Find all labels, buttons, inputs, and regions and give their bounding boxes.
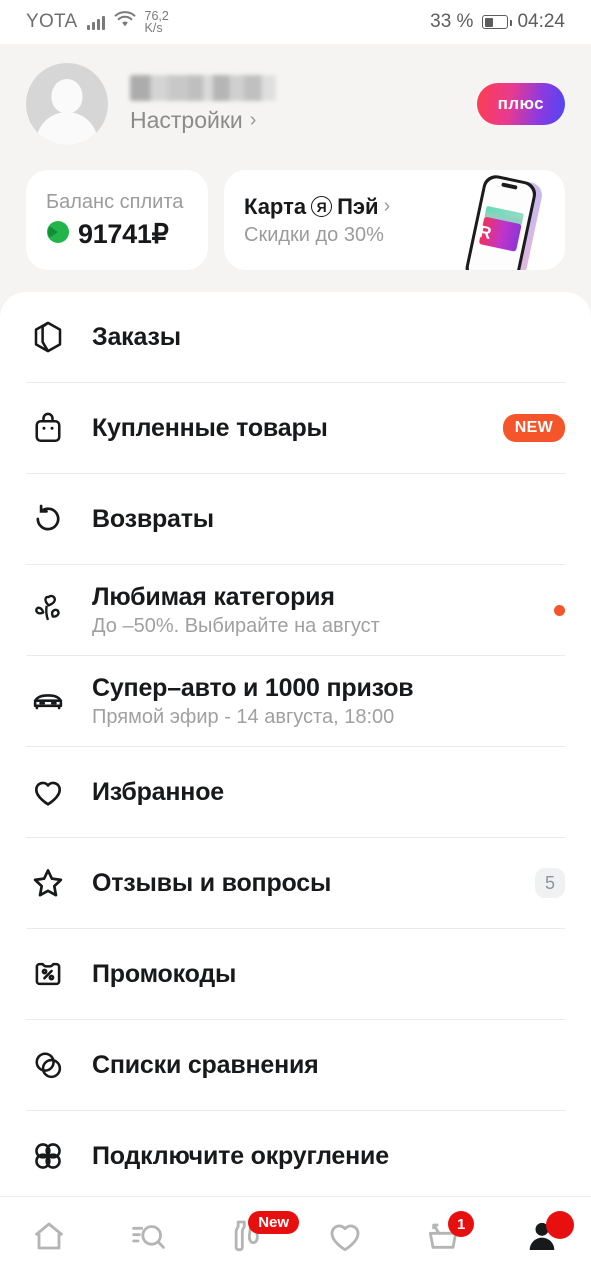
nav-item-profile[interactable]: [493, 1197, 591, 1280]
compare-circles-icon: [26, 1047, 70, 1083]
split-balance-card[interactable]: Баланс сплита 91741₽: [26, 170, 208, 270]
signal-bars-icon: [86, 14, 105, 30]
nav-badge-dot: [545, 1211, 574, 1239]
menu-item-reviews[interactable]: Отзывы и вопросы 5: [0, 838, 591, 928]
network-speed-unit: K/s: [144, 21, 163, 35]
box-icon: [26, 319, 70, 355]
split-balance-amount-row: 91741₽: [46, 219, 188, 250]
chevron-right-icon: ›: [383, 195, 391, 217]
status-bar-left: YOTA 76,2 K/s: [26, 9, 169, 35]
cards-row: Баланс сплита 91741₽ Карта Я Пэй › Скидк…: [0, 164, 591, 270]
split-balance-title: Баланс сплита: [46, 190, 184, 213]
status-bar: YOTA 76,2 K/s 33 % 04:24: [0, 0, 591, 44]
menu-item-label: Возвраты: [92, 504, 214, 533]
battery-percent-label: 33 %: [430, 11, 474, 32]
nav-badge-new: New: [248, 1211, 300, 1234]
status-badge-count: 5: [535, 868, 565, 898]
nav-item-cart[interactable]: 1: [394, 1197, 493, 1280]
nav-item-home[interactable]: [0, 1197, 99, 1280]
plus-subscription-button[interactable]: плюс: [476, 83, 565, 125]
menu-item-rounding[interactable]: Подключите округление: [0, 1111, 591, 1201]
menu-item-orders[interactable]: Заказы: [0, 292, 591, 382]
menu-item-label: Отзывы и вопросы: [92, 868, 332, 897]
menu-item-label: Любимая категория: [92, 582, 335, 611]
pay-card-title-prefix: Карта: [244, 193, 307, 219]
avatar-placeholder-icon: [51, 79, 83, 113]
menu-item-returns[interactable]: Возвраты: [0, 474, 591, 564]
status-bar-right: 33 % 04:24: [430, 11, 565, 33]
heart-icon: [325, 1216, 365, 1261]
menu-item-favorite-category[interactable]: Любимая категория До –50%. Выбирайте на …: [0, 565, 591, 655]
menu-item-label: Промокоды: [92, 959, 237, 988]
wifi-icon: [114, 10, 136, 34]
clock-label: 04:24: [517, 11, 565, 32]
menu-item-label: Супер–авто и 1000 призов: [92, 673, 414, 702]
battery-icon: [482, 15, 513, 29]
yandex-brand-mark: Я: [311, 196, 333, 217]
profile-header: Настройки › плюс: [0, 44, 591, 164]
status-badge-new: NEW: [502, 414, 565, 442]
settings-link[interactable]: Настройки ›: [130, 107, 276, 134]
return-arrow-icon: [26, 501, 70, 537]
star-icon: [26, 865, 70, 901]
network-speed: 76,2 K/s: [144, 9, 169, 35]
home-icon: [29, 1216, 69, 1261]
profile-text: Настройки ›: [130, 74, 276, 134]
nav-item-search[interactable]: [99, 1197, 198, 1280]
menu-item-label: Списки сравнения: [92, 1050, 319, 1079]
menu-item-comparison-lists[interactable]: Списки сравнения: [0, 1020, 591, 1110]
car-icon: [26, 683, 70, 719]
status-badge-dot: [554, 604, 565, 616]
percent-ticket-icon: [26, 956, 70, 992]
heart-icon: [26, 774, 70, 810]
search-catalog-icon: [128, 1216, 168, 1261]
bottom-navigation: New 1: [0, 1196, 591, 1280]
menu-item-label: Подключите округление: [92, 1141, 389, 1170]
menu-item-label: Заказы: [92, 322, 181, 351]
menu-list: Заказы Купленные товары NEW Возвраты Люб…: [0, 292, 591, 1197]
user-name-masked: [130, 74, 276, 101]
menu-item-favorites[interactable]: Избранное: [0, 747, 591, 837]
split-balance-icon: [46, 220, 70, 249]
yandex-pay-card[interactable]: Карта Я Пэй › Скидки до 30% Я: [224, 170, 565, 270]
carrier-label: YOTA: [26, 11, 78, 32]
nav-item-wishlist[interactable]: [296, 1197, 395, 1280]
split-balance-value: 91741₽: [78, 218, 169, 249]
settings-label: Настройки: [130, 106, 243, 133]
nav-badge-count: 1: [448, 1211, 475, 1237]
menu-item-promocodes[interactable]: Промокоды: [0, 929, 591, 1019]
shopping-bag-icon: [26, 410, 70, 446]
menu-item-label: Избранное: [92, 777, 224, 806]
rounding-knot-icon: [26, 1138, 70, 1174]
menu-item-subtitle: Прямой эфир - 14 августа, 18:00: [92, 705, 395, 728]
pay-card-title-suffix: Пэй: [337, 193, 379, 219]
menu-item-purchased[interactable]: Купленные товары NEW: [0, 383, 591, 473]
menu-item-subtitle: До –50%. Выбирайте на август: [92, 614, 380, 637]
menu-item-label: Купленные товары: [92, 413, 328, 442]
chevron-right-icon: ›: [249, 108, 257, 131]
avatar[interactable]: [26, 63, 108, 145]
app-screen: YOTA 76,2 K/s 33 % 04:24 Настройки › плю…: [0, 0, 591, 1280]
clover-hearts-icon: [26, 592, 70, 628]
nav-item-bottle[interactable]: New: [197, 1197, 300, 1280]
phone-with-card-illustration: Я: [457, 174, 553, 270]
menu-item-super-auto[interactable]: Супер–авто и 1000 призов Прямой эфир - 1…: [0, 656, 591, 746]
